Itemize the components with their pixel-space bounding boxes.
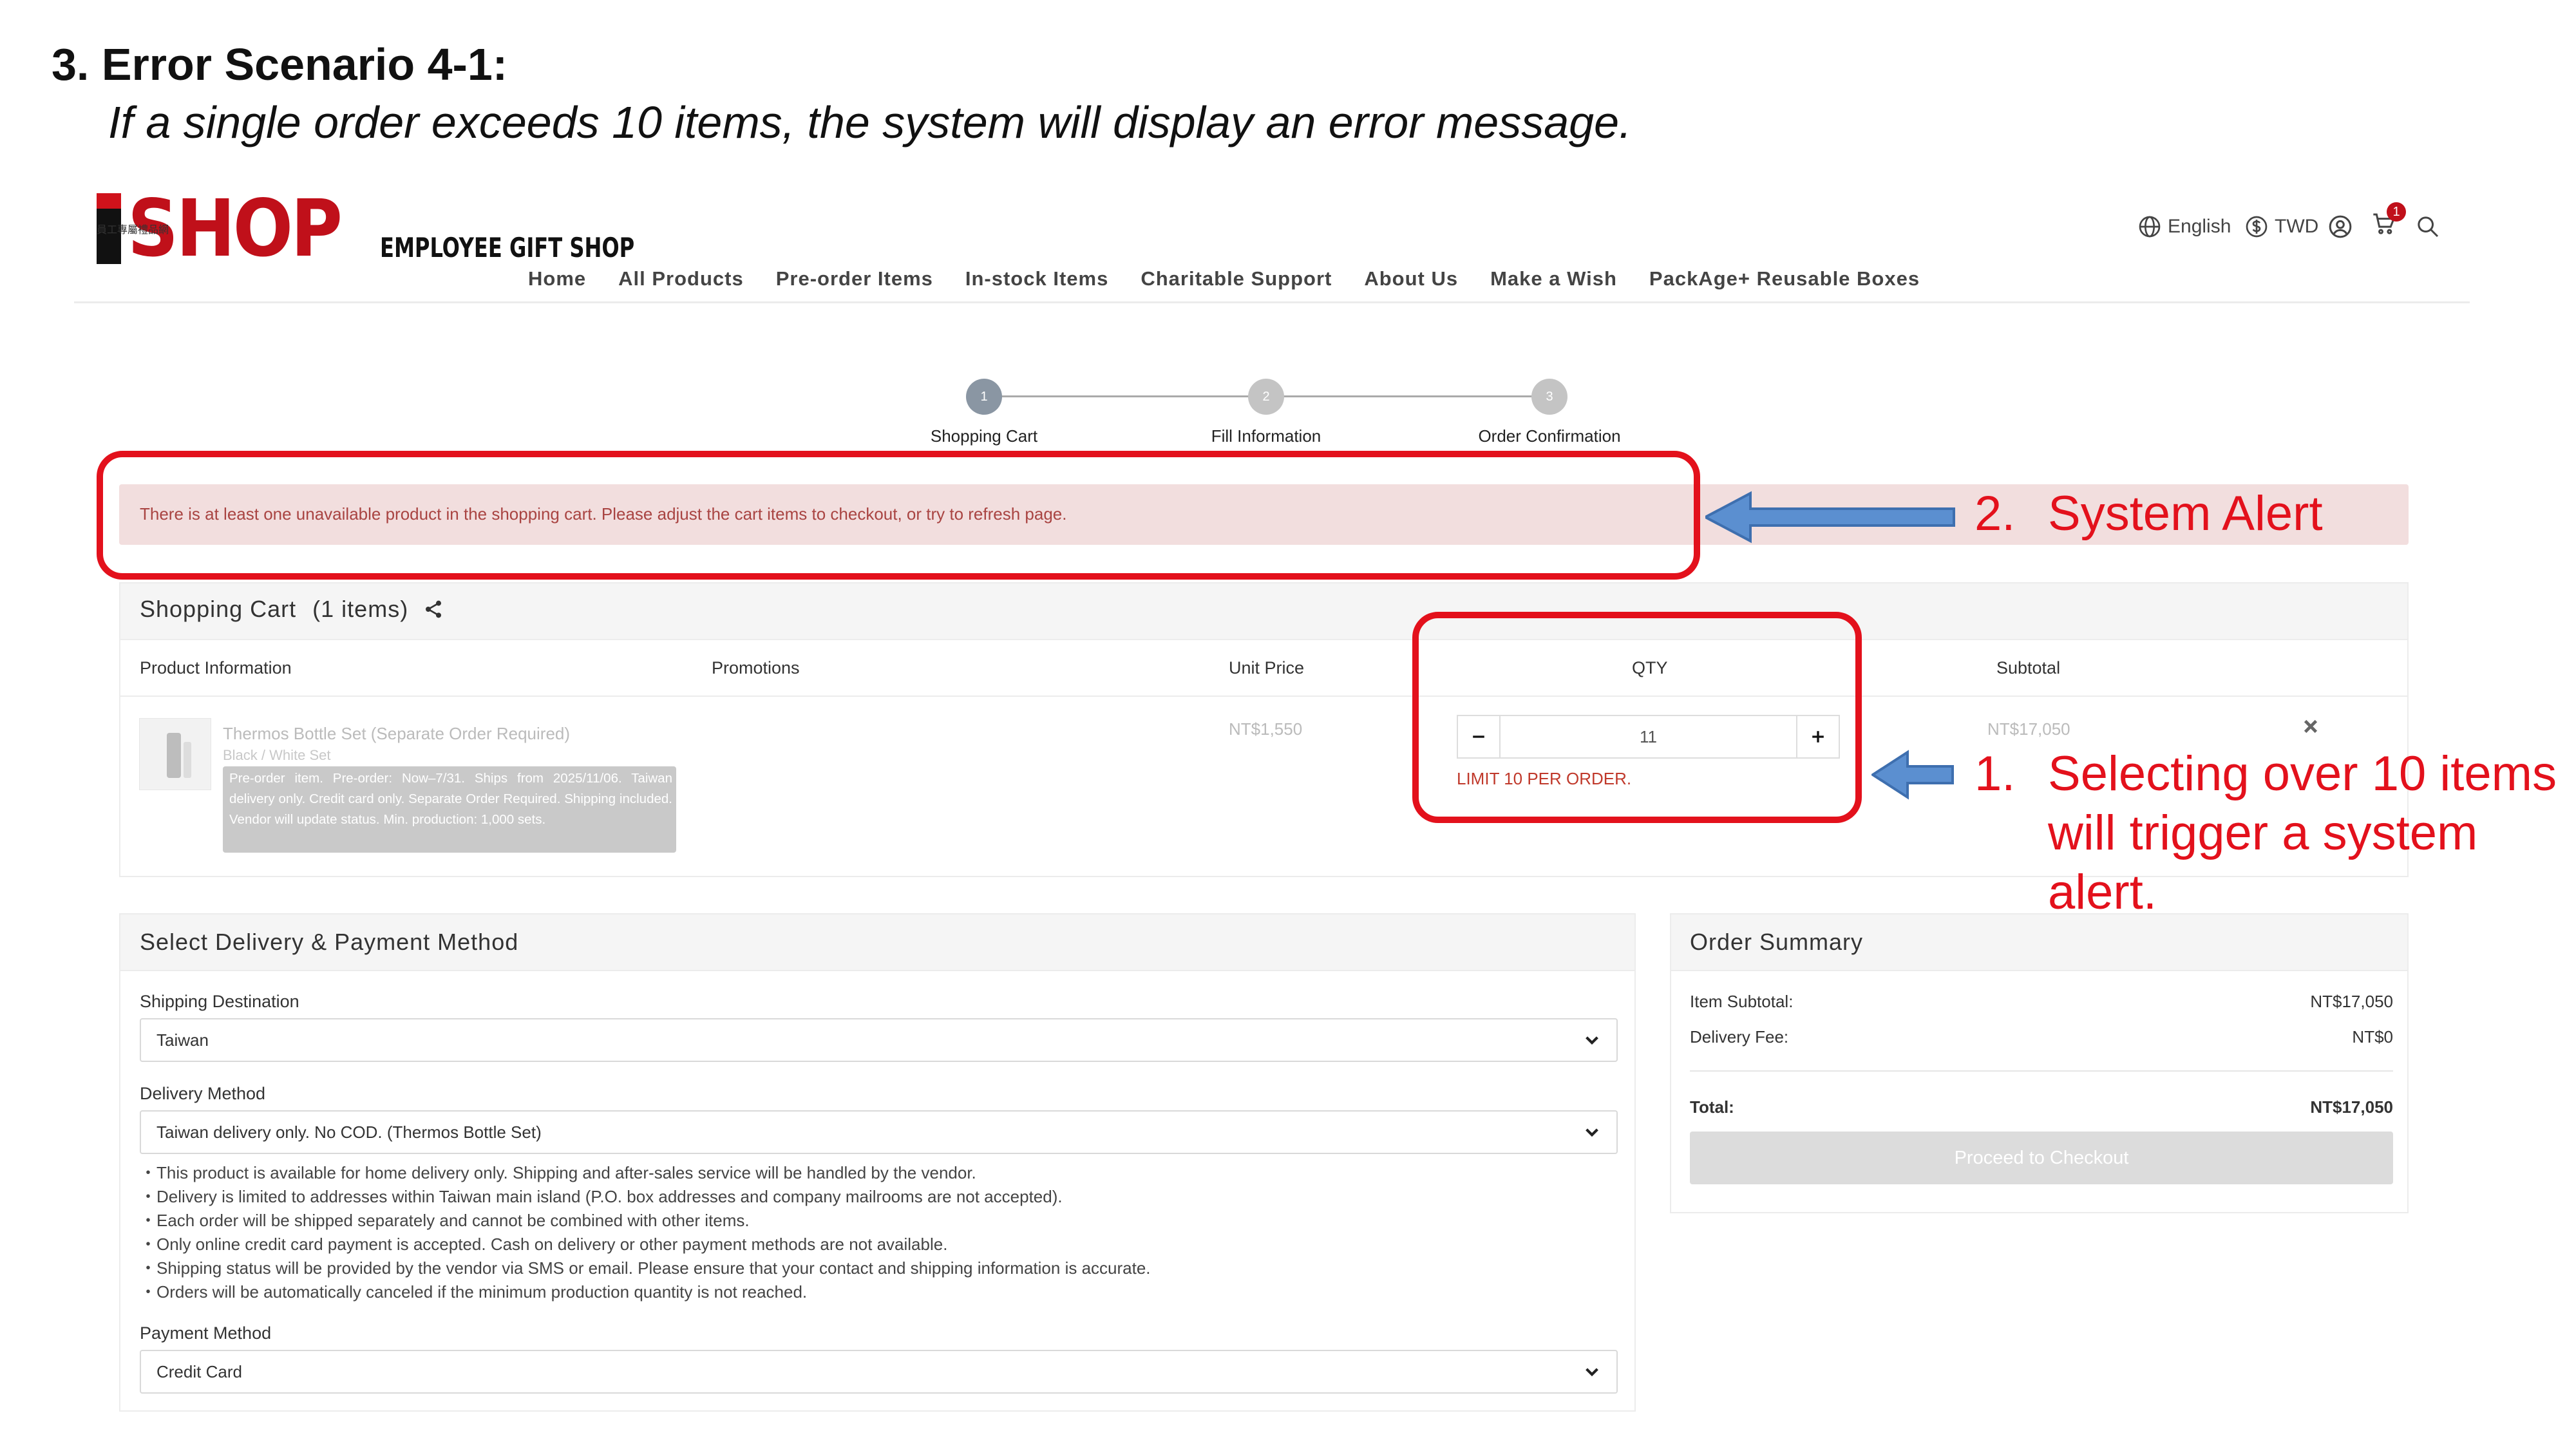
close-icon: [2304, 719, 2318, 734]
nav-item-about[interactable]: About Us: [1364, 267, 1458, 290]
nav-item-charitable[interactable]: Charitable Support: [1141, 267, 1332, 290]
alert-arrow: [1705, 491, 1955, 544]
shipping-destination-label: Shipping Destination: [140, 992, 299, 1011]
delivery-title: Select Delivery & Payment Method: [140, 929, 519, 955]
col-promotions: Promotions: [712, 658, 800, 677]
cart-header-divider: [120, 696, 2407, 697]
search-icon: [2418, 216, 2439, 238]
step-1-dot: 1: [966, 379, 1002, 415]
shipping-destination-select[interactable]: Taiwan: [140, 1018, 1618, 1062]
item-subtotal-label: Item Subtotal:: [1690, 992, 1794, 1011]
cart-count-badge: 1: [2387, 202, 2406, 222]
nav-item-in-stock[interactable]: In-stock Items: [965, 267, 1108, 290]
product-name[interactable]: Thermos Bottle Set (Separate Order Requi…: [223, 724, 570, 744]
col-subtotal: Subtotal: [1996, 658, 2061, 677]
main-nav: Home All Products Pre-order Items In-sto…: [528, 267, 1952, 290]
product-variant: Black / White Set: [223, 747, 331, 763]
delivery-divider: [120, 970, 1634, 971]
delivery-note: ・Only online credit card payment is acce…: [140, 1235, 948, 1254]
cart-divider: [120, 639, 2407, 640]
step-1-label: Shopping Cart: [930, 426, 1038, 446]
step-2-label: Fill Information: [1211, 426, 1321, 446]
product-image[interactable]: [139, 718, 211, 790]
currency-label: TWD: [2275, 216, 2319, 237]
payment-method-label: Payment Method: [140, 1323, 272, 1343]
language-switcher[interactable]: English: [2137, 213, 2231, 241]
proceed-to-checkout-button[interactable]: Proceed to Checkout: [1690, 1132, 2393, 1184]
chevron-down-icon: [1586, 1036, 1598, 1045]
shipping-destination-value: Taiwan: [156, 1030, 209, 1050]
item-subtotal: NT$17,050: [1987, 719, 2070, 739]
cart-count: (1 items): [312, 596, 409, 622]
slide-heading: 3. Error Scenario 4-1:: [52, 39, 508, 90]
step-3-label: Order Confirmation: [1478, 426, 1621, 446]
nav-item-pre-order[interactable]: Pre-order Items: [776, 267, 933, 290]
cart-title: Shopping Cart (1 items): [140, 596, 444, 623]
nav-item-make-a-wish[interactable]: Make a Wish: [1490, 267, 1617, 290]
summary-divider: [1671, 970, 2407, 971]
chevron-down-icon: [1586, 1128, 1598, 1137]
step-2-dot: 2: [1248, 379, 1284, 415]
annotation-2-number: 2.: [1975, 486, 2016, 541]
annotation-1-line1: Selecting over 10 items: [2048, 746, 2557, 801]
delivery-note: ・Orders will be automatically canceled i…: [140, 1282, 808, 1302]
delivery-note: ・Delivery is limited to addresses within…: [140, 1187, 1063, 1206]
item-subtotal-value: NT$17,050: [2310, 992, 2393, 1011]
nav-item-all-products[interactable]: All Products: [618, 267, 744, 290]
currency-switcher[interactable]: TWD: [2244, 213, 2318, 241]
delivery-fee-label: Delivery Fee:: [1690, 1027, 1789, 1046]
brand-name-en: EMPLOYEE GIFT SHOP: [380, 232, 635, 263]
cart-button[interactable]: 1: [2371, 202, 2406, 241]
account-button[interactable]: [2327, 213, 2358, 241]
product-note: Pre-order item. Pre-order: Now–7/31. Shi…: [229, 771, 672, 827]
qty-highlight-box: [1412, 612, 1862, 823]
alert-highlight-box: [97, 451, 1700, 580]
payment-method-value: Credit Card: [156, 1361, 242, 1381]
delivery-method-select[interactable]: Taiwan delivery only. No COD. (Thermos B…: [140, 1110, 1618, 1154]
slide-subheading: If a single order exceeds 10 items, the …: [108, 97, 1632, 147]
chevron-down-icon: [1586, 1368, 1598, 1377]
cart-panel-header: [120, 583, 2407, 639]
qty-arrow: [1871, 750, 1954, 800]
delivery-note: ・Shipping status will be provided by the…: [140, 1258, 1151, 1278]
user-icon: [2329, 215, 2352, 238]
delivery-method-label: Delivery Method: [140, 1084, 266, 1103]
search-button[interactable]: [2415, 213, 2446, 241]
nav-item-package[interactable]: PackAge+ Reusable Boxes: [1649, 267, 1920, 290]
cart-title-text: Shopping Cart: [140, 596, 297, 622]
payment-method-select[interactable]: Credit Card: [140, 1350, 1618, 1394]
header-divider: [74, 301, 2470, 303]
language-label: English: [2168, 216, 2231, 237]
globe-icon: [2139, 216, 2161, 238]
total-label: Total:: [1690, 1097, 1734, 1117]
annotation-2-text: System Alert: [2048, 486, 2323, 541]
delivery-notes: ・This product is available for home deli…: [140, 1161, 1151, 1304]
delivery-fee-value: NT$0: [2352, 1027, 2393, 1046]
col-product: Product Information: [140, 658, 292, 677]
brand-name-cjk: 員工專屬禮品網: [97, 225, 169, 236]
nav-item-home[interactable]: Home: [528, 267, 586, 290]
summary-total-divider: [1690, 1070, 2393, 1072]
total-value: NT$17,050: [2310, 1097, 2393, 1117]
annotation-1-number: 1.: [1975, 746, 2016, 801]
order-summary-title: Order Summary: [1690, 929, 1864, 955]
dollar-icon: [2246, 216, 2268, 238]
delivery-note: ・This product is available for home deli…: [140, 1163, 976, 1182]
remove-item-button[interactable]: [2303, 713, 2318, 740]
col-unit-price: Unit Price: [1229, 658, 1305, 677]
share-icon[interactable]: [423, 599, 444, 620]
step-3-dot: 3: [1531, 379, 1567, 415]
delivery-method-value: Taiwan delivery only. No COD. (Thermos B…: [156, 1122, 542, 1142]
unit-price: NT$1,550: [1229, 719, 1303, 739]
annotation-1-line2: will trigger a system: [2048, 806, 2478, 860]
delivery-note: ・Each order will be shipped separately a…: [140, 1211, 750, 1230]
